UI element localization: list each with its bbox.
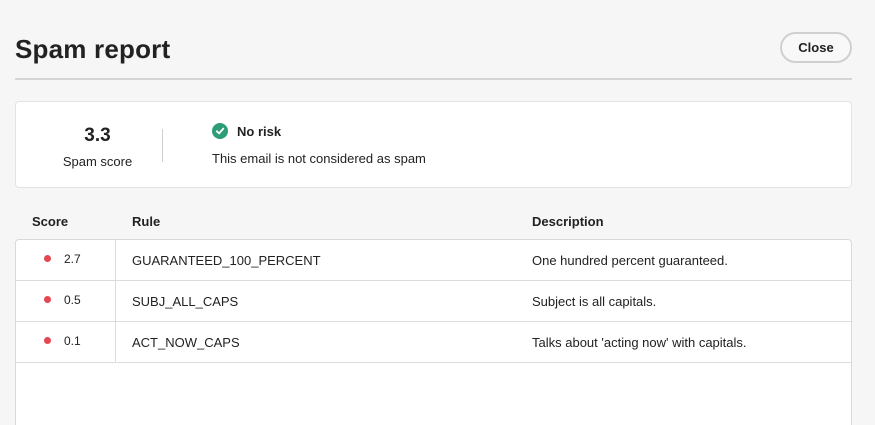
column-header-score[interactable]: Score [32,214,68,229]
rule-name: SUBJ_ALL_CAPS [132,293,239,309]
score-cell: 0.5 [16,281,116,321]
score-divider [162,129,163,162]
rule-description: Talks about 'acting now' with capitals. [532,334,747,350]
rules-table-body: 2.7 GUARANTEED_100_PERCENT One hundred p… [15,239,852,425]
column-header-rule[interactable]: Rule [132,214,160,229]
score-cell: 0.1 [16,322,116,362]
rule-score: 0.1 [64,334,81,348]
score-cell: 2.7 [16,240,116,280]
spam-report-dialog: Spam report Close 3.3 Spam score No risk… [0,0,875,425]
table-row[interactable]: 0.5 SUBJ_ALL_CAPS Subject is all capital… [16,281,851,322]
dialog-header: Spam report Close [15,28,852,80]
score-block: 3.3 Spam score [16,102,179,187]
rule-score: 2.7 [64,252,81,266]
rule-description: Subject is all capitals. [532,293,657,309]
rule-score: 0.5 [64,293,81,307]
severity-dot-icon [44,295,51,303]
check-circle-icon [212,123,228,139]
spam-score-card: 3.3 Spam score No risk This email is not… [15,101,852,188]
table-row[interactable]: 2.7 GUARANTEED_100_PERCENT One hundred p… [16,240,851,281]
severity-dot-icon [44,336,51,344]
rule-description: One hundred percent guaranteed. [532,252,728,268]
risk-title: No risk [237,123,282,139]
spam-score-label: Spam score [62,154,133,169]
severity-dot-icon [44,254,51,262]
close-button[interactable]: Close [780,32,852,63]
rule-name: GUARANTEED_100_PERCENT [132,252,321,268]
risk-status: No risk This email is not considered as … [212,122,426,166]
rule-name: ACT_NOW_CAPS [132,334,240,350]
rules-table-header: Score Rule Description [15,214,852,232]
column-header-description[interactable]: Description [532,214,604,229]
spam-score-value: 3.3 [84,125,111,146]
risk-description: This email is not considered as spam [212,151,426,166]
table-row[interactable]: 0.1 ACT_NOW_CAPS Talks about 'acting now… [16,322,851,363]
dialog-title: Spam report [15,34,171,64]
